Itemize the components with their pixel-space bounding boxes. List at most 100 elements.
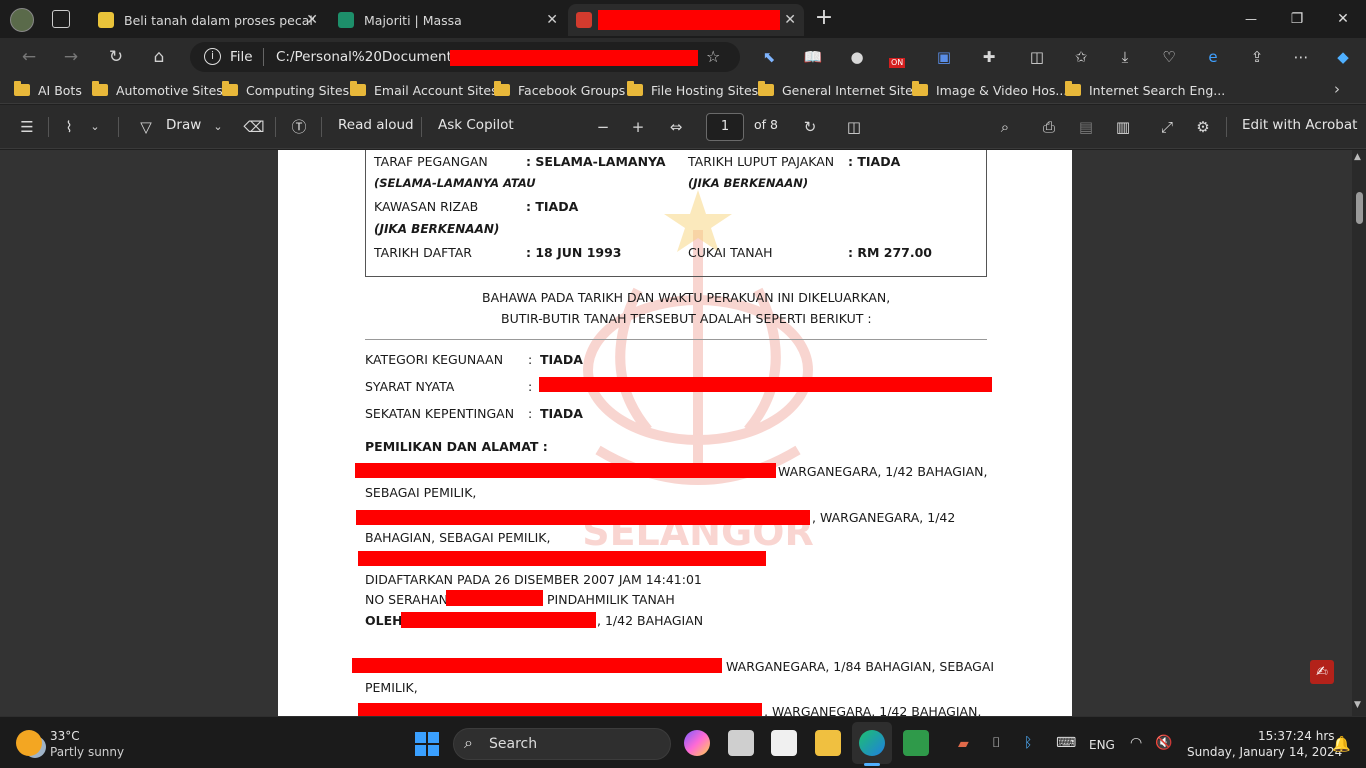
fullscreen-icon[interactable]: ⤢ — [1156, 116, 1178, 138]
vertical-scrollbar[interactable]: ▲ ▼ — [1352, 150, 1366, 716]
start-windows-icon[interactable] — [415, 732, 439, 756]
favorite-general[interactable]: General Internet Sites — [758, 81, 919, 99]
pdf-viewer[interactable]: SELANGOR TARAF PEGANGAN (SELAMA-LAMANYA … — [0, 150, 1366, 716]
usb-icon[interactable]: ⌷ — [992, 735, 1000, 751]
favorites-icon[interactable]: ✩ — [1070, 46, 1092, 68]
eraser-icon[interactable]: ⌫ — [243, 116, 265, 138]
favorite-ai-bots[interactable]: AI Bots — [14, 81, 82, 99]
close-window-button[interactable]: ✕ — [1320, 6, 1366, 32]
zoom-out-icon[interactable]: − — [592, 116, 614, 138]
favorite-computing[interactable]: Computing Sites — [222, 81, 349, 99]
weather-sun-icon[interactable] — [16, 730, 42, 756]
scroll-up-icon[interactable]: ▲ — [1354, 152, 1361, 162]
save-icon[interactable]: ▤ — [1075, 116, 1097, 138]
clock-time[interactable]: 15:37:24 hrs — [1258, 729, 1335, 743]
print-icon[interactable]: ⎙ — [1038, 116, 1060, 138]
copilot-pre-icon[interactable] — [684, 730, 710, 756]
share-icon[interactable]: ⇪ — [1246, 46, 1268, 68]
new-tab-button[interactable]: + — [812, 6, 836, 32]
clock-date[interactable]: Sunday, January 14, 2024 — [1187, 745, 1342, 759]
folder-icon — [1065, 81, 1081, 96]
favorite-image-video[interactable]: Image & Video Hos... — [912, 81, 1067, 99]
minimize-button[interactable]: — — [1228, 6, 1274, 32]
language-indicator[interactable]: ENG — [1089, 738, 1115, 752]
pdf-favicon-icon — [576, 12, 592, 28]
copilot-icon[interactable]: ◆ — [1332, 46, 1354, 68]
favorite-email[interactable]: Email Account Sites — [350, 81, 498, 99]
forward-arrow-icon[interactable]: → — [58, 45, 84, 69]
didaftarkan-line: DIDAFTARKAN PADA 26 DISEMBER 2007 JAM 14… — [365, 572, 702, 587]
favorite-automotive[interactable]: Automotive Sites — [92, 81, 223, 99]
scroll-down-icon[interactable]: ▼ — [1354, 700, 1361, 710]
ie-mode-icon[interactable]: e — [1202, 46, 1224, 68]
tab-beli-tanah[interactable]: Beli tanah dalam proses pecah lo ✕ — [90, 4, 326, 36]
tab-close-icon[interactable]: ✕ — [784, 12, 796, 28]
save-as-icon[interactable]: ▥ — [1112, 116, 1134, 138]
text-box-icon[interactable]: Ⓣ — [288, 116, 310, 138]
scroll-thumb[interactable] — [1356, 192, 1363, 224]
search-icon[interactable]: ⌕ — [994, 116, 1016, 138]
pindahmilik-text: PINDAHMILIK TANAH — [547, 592, 675, 607]
ask-copilot-button[interactable]: Ask Copilot — [438, 117, 514, 133]
microsoft-store-icon[interactable] — [771, 730, 797, 756]
chevron-down-icon[interactable]: ⌄ — [207, 116, 229, 138]
favorite-star-icon[interactable]: ☆ — [706, 47, 720, 66]
extension-ball-icon[interactable]: ● — [846, 46, 868, 68]
chevron-down-icon[interactable]: ⌄ — [84, 116, 106, 138]
volume-muted-icon[interactable]: 🔇 — [1155, 735, 1172, 751]
highlight-icon[interactable]: ⌇ — [58, 116, 80, 138]
tray-app-icon[interactable]: ▰ — [958, 736, 969, 752]
browser-essentials-icon[interactable]: ♡ — [1158, 46, 1180, 68]
home-icon[interactable]: ⌂ — [146, 45, 172, 69]
taskbar-search[interactable]: ⌕ Search — [453, 728, 671, 760]
split-screen-icon[interactable]: ◫ — [1026, 46, 1048, 68]
tab-pdf-active[interactable]: ✕ — [568, 4, 804, 36]
notification-bell-icon[interactable]: 🔔 — [1332, 735, 1351, 753]
extensions-puzzle-icon[interactable]: ✚ — [978, 46, 1000, 68]
favorite-facebook[interactable]: Facebook Groups — [494, 81, 625, 99]
file-explorer-icon[interactable] — [815, 730, 841, 756]
draw-button[interactable]: Draw — [166, 117, 201, 133]
address-toolbar: ← → ↻ ⌂ i File C:/Personal%20Documents/ … — [0, 38, 1366, 76]
tab-close-icon[interactable]: ✕ — [546, 12, 558, 28]
contents-list-icon[interactable]: ☰ — [16, 116, 38, 138]
folder-icon — [912, 81, 928, 96]
windows-taskbar: 33°C Partly sunny ⌕ Search ▰ ⌷ ᛒ ⌨ ENG ◠… — [0, 716, 1366, 768]
task-view-icon[interactable] — [728, 730, 754, 756]
favorite-search-engines[interactable]: Internet Search Eng... — [1065, 81, 1225, 99]
reading-view-icon[interactable]: 📖 — [802, 46, 824, 68]
page-number-input[interactable]: 1 — [706, 113, 744, 141]
maximize-button[interactable]: ❐ — [1274, 6, 1320, 32]
settings-gear-icon[interactable]: ⚙ — [1192, 116, 1214, 138]
extension-blue-icon[interactable]: ▣ — [933, 46, 955, 68]
extension-on-icon[interactable]: ON — [889, 46, 911, 68]
notepad-app-icon[interactable] — [903, 730, 929, 756]
wifi-icon[interactable]: ◠ — [1130, 735, 1142, 751]
back-arrow-icon[interactable]: ← — [16, 45, 42, 69]
edit-with-acrobat-button[interactable]: Edit with Acrobat — [1242, 117, 1357, 133]
tab-majoriti[interactable]: Majoriti | Massa ✕ — [330, 4, 566, 36]
keyboard-icon[interactable]: ⌨ — [1056, 735, 1076, 751]
workspaces-icon[interactable] — [52, 10, 70, 28]
oleh-tail: , 1/42 BAHAGIAN — [597, 613, 704, 628]
rotate-icon[interactable]: ↻ — [799, 116, 821, 138]
read-aloud-button[interactable]: Read aloud — [338, 117, 414, 133]
url-text[interactable]: C:/Personal%20Documents/ — [276, 49, 463, 65]
bluetooth-icon[interactable]: ᛒ — [1024, 735, 1032, 751]
edge-browser-icon[interactable] — [859, 730, 885, 756]
favorite-file-hosting[interactable]: File Hosting Sites — [627, 81, 758, 99]
info-icon[interactable]: i — [204, 48, 221, 65]
cursor-extension-icon[interactable]: ⬉ — [758, 46, 780, 68]
acrobat-icon[interactable]: ✍ — [1310, 660, 1334, 684]
refresh-icon[interactable]: ↻ — [103, 45, 129, 69]
address-bar[interactable]: i File C:/Personal%20Documents/ ☆ — [190, 42, 740, 72]
page-view-icon[interactable]: ◫ — [843, 116, 865, 138]
more-menu-icon[interactable]: ⋯ — [1290, 46, 1312, 68]
chevron-right-icon[interactable]: › — [1334, 80, 1340, 98]
fit-page-icon[interactable]: ⇔ — [665, 116, 687, 138]
draw-icon[interactable]: ▽ — [135, 116, 157, 138]
tab-close-icon[interactable]: ✕ — [306, 12, 318, 28]
zoom-in-icon[interactable]: + — [627, 116, 649, 138]
profile-avatar[interactable] — [10, 8, 34, 32]
downloads-icon[interactable]: ⤓ — [1114, 46, 1136, 68]
